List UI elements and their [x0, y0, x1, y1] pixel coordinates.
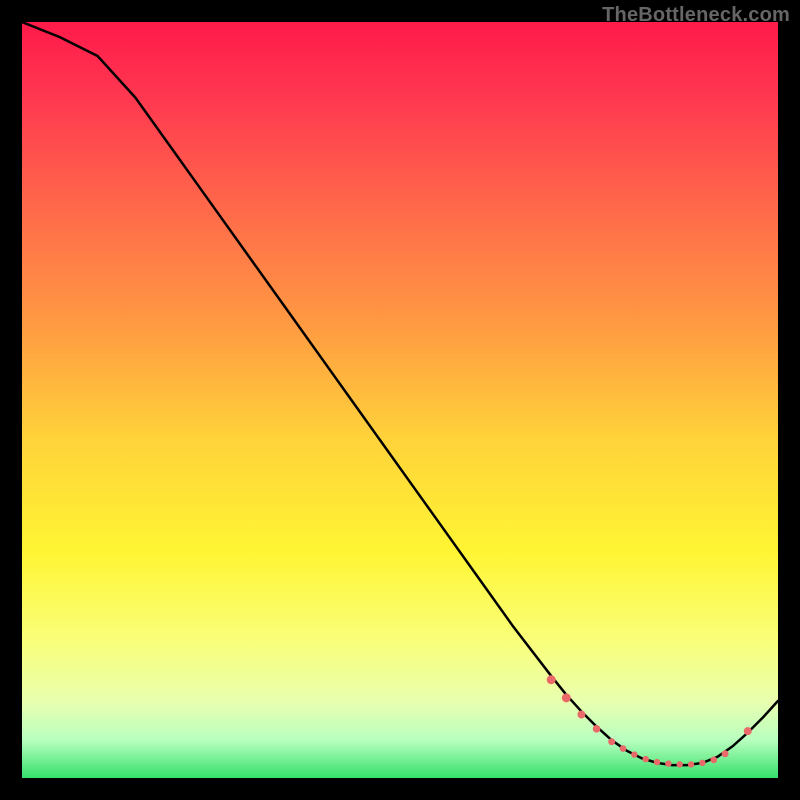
chart-marker — [688, 761, 694, 767]
chart-marker — [577, 711, 585, 719]
chart-marker — [562, 693, 571, 702]
chart-marker — [744, 727, 752, 735]
chart-marker — [643, 756, 649, 762]
chart-marker — [620, 745, 627, 752]
chart-marker — [722, 750, 729, 757]
chart-marker — [699, 760, 705, 766]
chart-marker — [654, 759, 660, 765]
chart-marker — [608, 738, 615, 745]
watermark: TheBottleneck.com — [602, 4, 790, 27]
chart-container: TheBottleneck.com — [0, 0, 800, 800]
chart-marker — [593, 725, 601, 733]
chart-marker — [710, 757, 717, 764]
chart-marker — [631, 751, 637, 757]
chart-marker — [665, 760, 671, 766]
chart-marker — [547, 675, 556, 684]
chart-svg — [22, 22, 778, 778]
chart-plot-area — [22, 22, 778, 778]
chart-marker — [677, 761, 683, 767]
chart-background — [22, 22, 778, 778]
